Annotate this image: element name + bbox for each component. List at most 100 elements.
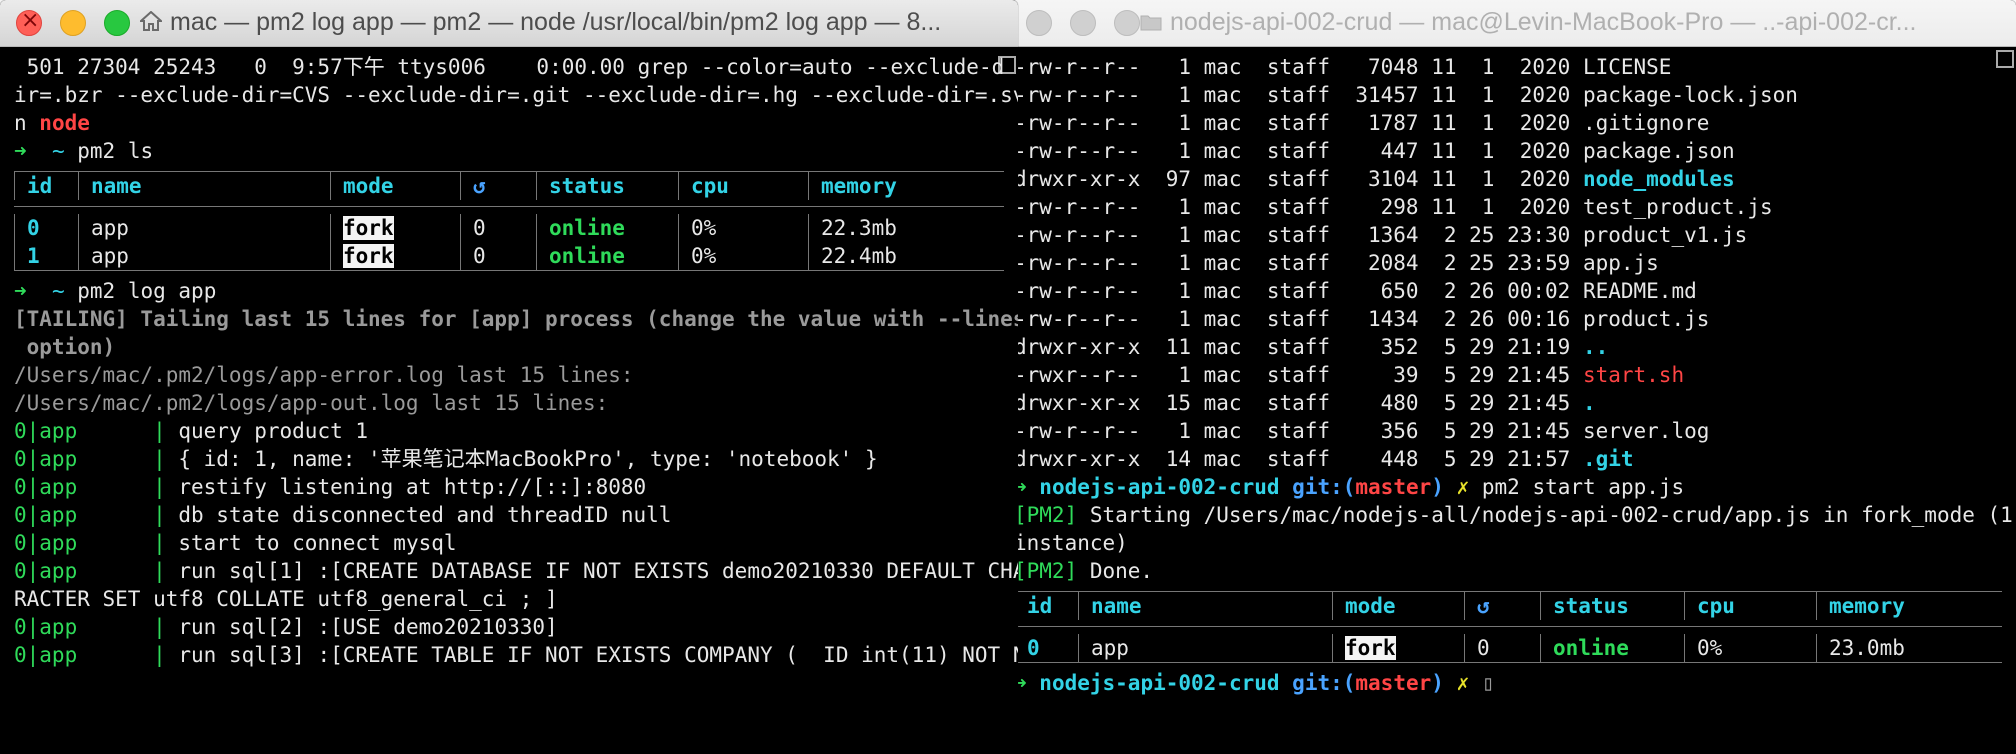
terminal-window-right[interactable]: nodejs-api-002-crud — mac@Levin-MacBook-…	[1010, 0, 2016, 754]
git-branch: master	[1355, 671, 1432, 695]
log-text: { id: 1, name: '苹果笔记本MacBookPro', type: …	[178, 447, 878, 471]
file-meta: -rw-r--r-- 1 mac staff 650 2 26 00:02	[1014, 279, 1583, 303]
table-header-cell: cpu	[678, 172, 808, 200]
output-text: n	[14, 111, 40, 135]
pm2-tag: [PM2]	[1014, 503, 1078, 527]
zoom-button[interactable]	[1114, 10, 1140, 36]
zoom-button[interactable]	[104, 10, 130, 36]
file-row: -rw-r--r-- 1 mac staff 447 11 1 2020 pac…	[1014, 137, 2002, 165]
home-icon	[140, 9, 164, 31]
git-label: git:(	[1292, 475, 1356, 499]
command-text: pm2 log app	[77, 279, 217, 303]
minimize-button[interactable]	[60, 10, 86, 36]
table-header: id name mode ↺ status cpu memory	[14, 172, 1004, 200]
file-meta: drwxr-xr-x 97 mac staff 3104 11 1 2020	[1014, 167, 1583, 191]
terminal-window-left[interactable]: mac — pm2 log app — pm2 — node /usr/loca…	[0, 0, 1018, 754]
table-header-cell: memory	[1816, 592, 1946, 620]
log-text: restify listening at http://[::]:8080	[178, 475, 647, 499]
table-header-cell: mode	[1332, 592, 1464, 620]
table-cell-memory: 22.3mb	[808, 214, 940, 242]
table-cell-value: 0	[1027, 636, 1040, 660]
table-cell-cpu: 0%	[678, 242, 808, 270]
table-cell-mode: fork	[330, 214, 460, 242]
git-close: )	[1431, 475, 1444, 499]
table-cell-restarts: 0	[460, 214, 536, 242]
table-header-cell: status	[536, 172, 678, 200]
file-row: -rw-r--r-- 1 mac staff 1364 2 25 23:30 p…	[1014, 221, 2002, 249]
traffic-lights	[1026, 10, 1140, 36]
file-row: drwxr-xr-x 15 mac staff 480 5 29 21:45 .	[1014, 389, 2002, 417]
file-meta: -rw-r--r-- 1 mac staff 1787 11 1 2020	[1014, 111, 1583, 135]
log-separator: |	[77, 531, 179, 555]
table-separator	[14, 206, 1004, 208]
file-meta: drwxr-xr-x 15 mac staff 480 5 29 21:45	[1014, 391, 1583, 415]
minimize-button[interactable]	[1070, 10, 1096, 36]
table-cell-value: online	[1553, 636, 1629, 660]
table-cell-id: 0	[1014, 634, 1078, 662]
table-cell-status: online	[1540, 634, 1684, 662]
title-bar[interactable]: nodejs-api-002-crud — mac@Levin-MacBook-…	[1010, 0, 2016, 47]
table-cell-name: app	[78, 242, 330, 270]
log-text: run sql[1] :[CREATE DATABASE IF NOT EXIS…	[178, 559, 1018, 583]
table-cell-value: app	[91, 216, 129, 240]
log-line: 0|app | query product 1	[14, 417, 1004, 445]
table-cell-restarts: 0	[1464, 634, 1540, 662]
table-header-cell: memory	[808, 172, 940, 200]
title-bar[interactable]: mac — pm2 log app — pm2 — node /usr/loca…	[0, 0, 1018, 47]
file-name: test_product.js	[1582, 195, 1773, 219]
command-text: pm2 start app.js	[1481, 475, 1685, 499]
table-cell-value: 0%	[691, 216, 717, 240]
file-name: product.js	[1582, 307, 1710, 331]
output-text: Starting /Users/mac/nodejs-all/nodejs-ap…	[1077, 503, 2013, 527]
log-separator: |	[77, 447, 179, 471]
close-button[interactable]	[1026, 10, 1052, 36]
file-row: -rwxr--r-- 1 mac staff 39 5 29 21:45 sta…	[1014, 361, 2002, 389]
file-meta: -rw-r--r-- 1 mac staff 31457 11 1 2020	[1014, 83, 1583, 107]
file-row: -rw-r--r-- 1 mac staff 356 5 29 21:45 se…	[1014, 417, 2002, 445]
file-row: -rw-r--r-- 1 mac staff 7048 11 1 2020 LI…	[1014, 53, 2002, 81]
file-name: .git	[1582, 447, 1634, 471]
log-line: 0|app | db state disconnected and thread…	[14, 501, 1004, 529]
table-cell-value: 1	[27, 244, 40, 268]
table-cell-value: fork	[343, 244, 394, 268]
table-cell-id: 0	[14, 214, 78, 242]
git-label: git:(	[1292, 671, 1356, 695]
table-cell-memory: 22.4mb	[808, 242, 940, 270]
git-branch: master	[1355, 475, 1432, 499]
log-separator: |	[77, 475, 179, 499]
file-name: ..	[1582, 335, 1609, 359]
output-line: [PM2] Done.	[1014, 557, 2002, 585]
log-line: 0|app | run sql[1] :[CREATE DATABASE IF …	[14, 557, 1018, 585]
file-meta: -rw-r--r-- 1 mac staff 1434 2 26 00:16	[1014, 307, 1583, 331]
table-cell-value: 22.4mb	[821, 244, 897, 268]
grep-match: node	[39, 111, 90, 135]
table-cell-value: 23.0mb	[1829, 636, 1905, 660]
pm2-tag: [PM2]	[1014, 559, 1078, 583]
close-button[interactable]	[16, 8, 42, 36]
table-header-cell: name	[78, 172, 330, 200]
table-header: id name mode ↺ status cpu memory	[1014, 592, 2002, 620]
output-text: Done.	[1077, 559, 1154, 583]
terminal-content[interactable]: 501 27304 25243 0 9:57下午 ttys006 0:00.00…	[0, 47, 1018, 754]
file-name: README.md	[1582, 279, 1697, 303]
file-meta: -rwxr--r-- 1 mac staff 39 5 29 21:45	[1014, 363, 1583, 387]
log-proc: 0|app	[14, 419, 78, 443]
table-cell-value: 0	[27, 216, 40, 240]
prompt-arrow: ➜	[14, 139, 27, 163]
file-meta: -rw-r--r-- 1 mac staff 447 11 1 2020	[1014, 139, 1583, 163]
file-row: -rw-r--r-- 1 mac staff 1434 2 26 00:16 p…	[1014, 305, 2002, 333]
terminal-content[interactable]: -rw-r--r-- 1 mac staff 7048 11 1 2020 LI…	[1010, 47, 2016, 754]
table-header-cell: id	[1014, 592, 1078, 620]
table-cell-value: 0	[473, 244, 486, 268]
output-line: 501 27304 25243 0 9:57下午 ttys006 0:00.00…	[14, 55, 1005, 79]
file-name: server.log	[1582, 419, 1710, 443]
prompt-line: ➜ ~ pm2 log app	[14, 277, 1004, 305]
table-cell-value: fork	[1345, 636, 1396, 660]
file-meta: drwxr-xr-x 14 mac staff 448 5 29 21:57	[1014, 447, 1583, 471]
log-proc: 0|app	[14, 531, 78, 555]
log-path-line: /Users/mac/.pm2/logs/app-error.log last …	[14, 363, 634, 387]
output-line: ir=.bzr --exclude-dir=CVS --exclude-dir=…	[14, 83, 1018, 107]
log-text: RACTER SET utf8 COLLATE utf8_general_ci …	[14, 587, 558, 611]
table-header-cell: ↺	[1464, 592, 1540, 620]
table-header-cell: status	[1540, 592, 1684, 620]
